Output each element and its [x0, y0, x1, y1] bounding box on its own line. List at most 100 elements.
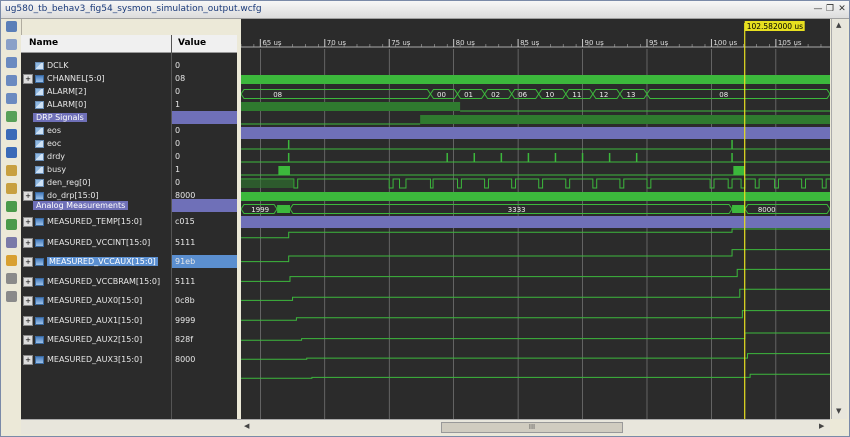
signal-row-signal[interactable]: + MEASURED_VCCBRAM[15:0]: [21, 275, 160, 288]
value-column-header[interactable]: Value: [172, 35, 237, 53]
waveform-panel[interactable]: 65 us 70 us 75 us 80 us 85 us 90 us 95 us 100 u…: [240, 19, 831, 419]
bus-signal-icon: [35, 316, 44, 325]
signal-row-signal[interactable]: eos: [21, 124, 61, 137]
expand-icon[interactable]: +: [23, 73, 33, 84]
analog-group-bar: [241, 216, 830, 228]
zoom-out-icon[interactable]: [6, 75, 17, 86]
bus-signal-icon: [35, 296, 44, 305]
signal-value: 1: [172, 163, 237, 176]
signal-value-text: 9999: [175, 316, 196, 325]
signal-value-text: 0: [175, 61, 181, 70]
link-icon[interactable]: [6, 273, 17, 284]
do-drp-bus-value: 1999: [251, 206, 269, 214]
signal-value-panel: Value 0 08 0 1 0 0 0 1 0 8000 c015 5111 91eb 5111 0c8b…: [172, 35, 237, 419]
signal-name: DCLK: [47, 61, 69, 70]
expand-icon[interactable]: +: [23, 334, 33, 345]
signal-value: 91eb: [172, 255, 237, 268]
signal-row-signal[interactable]: + CHANNEL[5:0]: [21, 72, 105, 85]
zoom-full-icon[interactable]: [6, 93, 17, 104]
signal-name: MEASURED_TEMP[15:0]: [47, 217, 143, 226]
add-marker-icon[interactable]: [6, 165, 17, 176]
signal-row-signal[interactable]: den_reg[0]: [21, 176, 91, 189]
expand-icon[interactable]: +: [23, 256, 33, 267]
signal-row-signal[interactable]: eoc: [21, 137, 61, 150]
signal-row-signal[interactable]: + MEASURED_AUX1[15:0]: [21, 314, 142, 327]
minimize-icon[interactable]: —: [813, 4, 823, 14]
bit-signal-icon: [35, 165, 44, 174]
expand-icon[interactable]: +: [23, 216, 33, 227]
zoom-fit-icon[interactable]: [6, 39, 17, 50]
scroll-left-icon[interactable]: ◀: [244, 422, 249, 430]
expand-icon[interactable]: +: [23, 237, 33, 248]
horizontal-scrollbar[interactable]: ◀ III ▶: [241, 419, 830, 434]
expand-icon[interactable]: +: [23, 354, 33, 365]
signal-row-signal[interactable]: busy: [21, 163, 66, 176]
signal-row-signal[interactable]: ALARM[0]: [21, 98, 86, 111]
close-icon[interactable]: ✕: [837, 4, 847, 14]
signal-name: MEASURED_VCCINT[15:0]: [47, 238, 151, 247]
scroll-up-icon[interactable]: ▲: [836, 21, 841, 29]
settings-icon[interactable]: [6, 291, 17, 302]
bus-signal-icon: [35, 74, 44, 83]
signal-row-group[interactable]: DRP Signals: [21, 111, 87, 124]
swap-cursors-icon[interactable]: [6, 219, 17, 230]
signal-row-signal[interactable]: + MEASURED_VCCINT[15:0]: [21, 236, 150, 249]
name-panel-scrollbar[interactable]: [21, 419, 241, 434]
signal-value: 8000: [172, 353, 237, 366]
vertical-scrollbar[interactable]: ▲ ▼: [831, 19, 847, 419]
horizontal-scroll-thumb[interactable]: III: [441, 422, 623, 433]
channel-bus-value: 13: [626, 91, 635, 99]
name-column-header[interactable]: Name: [21, 35, 171, 53]
drdy-burst: [278, 166, 290, 175]
expand-icon[interactable]: +: [23, 315, 33, 326]
snap-to-transition-icon[interactable]: [6, 237, 17, 248]
previous-marker-icon[interactable]: [6, 183, 17, 194]
next-transition-icon[interactable]: [6, 147, 17, 158]
previous-transition-icon[interactable]: [6, 129, 17, 140]
waveform-window: ug580_tb_behav3_fig54_sysmon_simulation_…: [0, 0, 850, 437]
restore-icon[interactable]: ❐: [825, 4, 835, 14]
signal-row-signal[interactable]: + MEASURED_AUX3[15:0]: [21, 353, 142, 366]
ruler-tick-label: 95 us: [649, 39, 669, 47]
signal-value-text: 1: [175, 165, 181, 174]
channel-bus-value: 08: [719, 91, 728, 99]
signal-row-signal[interactable]: DCLK: [21, 59, 68, 72]
bit-signal-icon: [35, 61, 44, 70]
waveform-canvas[interactable]: 65 us 70 us 75 us 80 us 85 us 90 us 95 us 100 u…: [240, 19, 831, 419]
signal-row-signal[interactable]: drdy: [21, 150, 65, 163]
signal-row-signal[interactable]: + MEASURED_AUX0[15:0]: [21, 294, 142, 307]
go-to-cursor-icon[interactable]: [6, 111, 17, 122]
signal-value: 0: [172, 124, 237, 137]
signal-name: eos: [47, 126, 61, 135]
bit-signal-icon: [35, 100, 44, 109]
ruler-tick-label: 85 us: [520, 39, 540, 47]
signal-row-signal[interactable]: + MEASURED_TEMP[15:0]: [21, 215, 142, 228]
signal-value: 0: [172, 176, 237, 189]
expand-icon[interactable]: +: [23, 295, 33, 306]
do-drp-bus-value: 8000: [758, 206, 776, 214]
signal-row-group[interactable]: Analog Measurements: [21, 199, 129, 212]
zoom-in-icon[interactable]: [6, 57, 17, 68]
dclk-wave: [241, 75, 830, 84]
signal-value: 0: [172, 150, 237, 163]
signal-value: c015: [172, 215, 237, 228]
signal-row-signal[interactable]: + MEASURED_AUX2[15:0]: [21, 333, 142, 346]
expand-icon[interactable]: +: [23, 276, 33, 287]
signal-name: drdy: [47, 152, 66, 161]
signal-value: 1: [172, 98, 237, 111]
ruler-tick-label: 90 us: [585, 39, 605, 47]
scroll-down-icon[interactable]: ▼: [836, 407, 841, 415]
next-marker-icon[interactable]: [6, 201, 17, 212]
signal-value: 0: [172, 59, 237, 72]
cursor-time-label: 102.582000 us: [747, 22, 803, 31]
scroll-right-icon[interactable]: ▶: [819, 422, 824, 430]
signal-name: MEASURED_AUX2[15:0]: [47, 335, 143, 344]
signal-row-signal[interactable]: ALARM[2]: [21, 85, 86, 98]
floating-ruler-icon[interactable]: [6, 255, 17, 266]
signal-name: den_reg[0]: [47, 178, 91, 187]
signal-value: 0: [172, 137, 237, 150]
signal-value-text: 0: [175, 87, 181, 96]
signal-row-signal[interactable]: + MEASURED_VCCAUX[15:0]: [21, 255, 158, 268]
signal-value-text: 828f: [175, 335, 194, 344]
save-icon[interactable]: [6, 21, 17, 32]
